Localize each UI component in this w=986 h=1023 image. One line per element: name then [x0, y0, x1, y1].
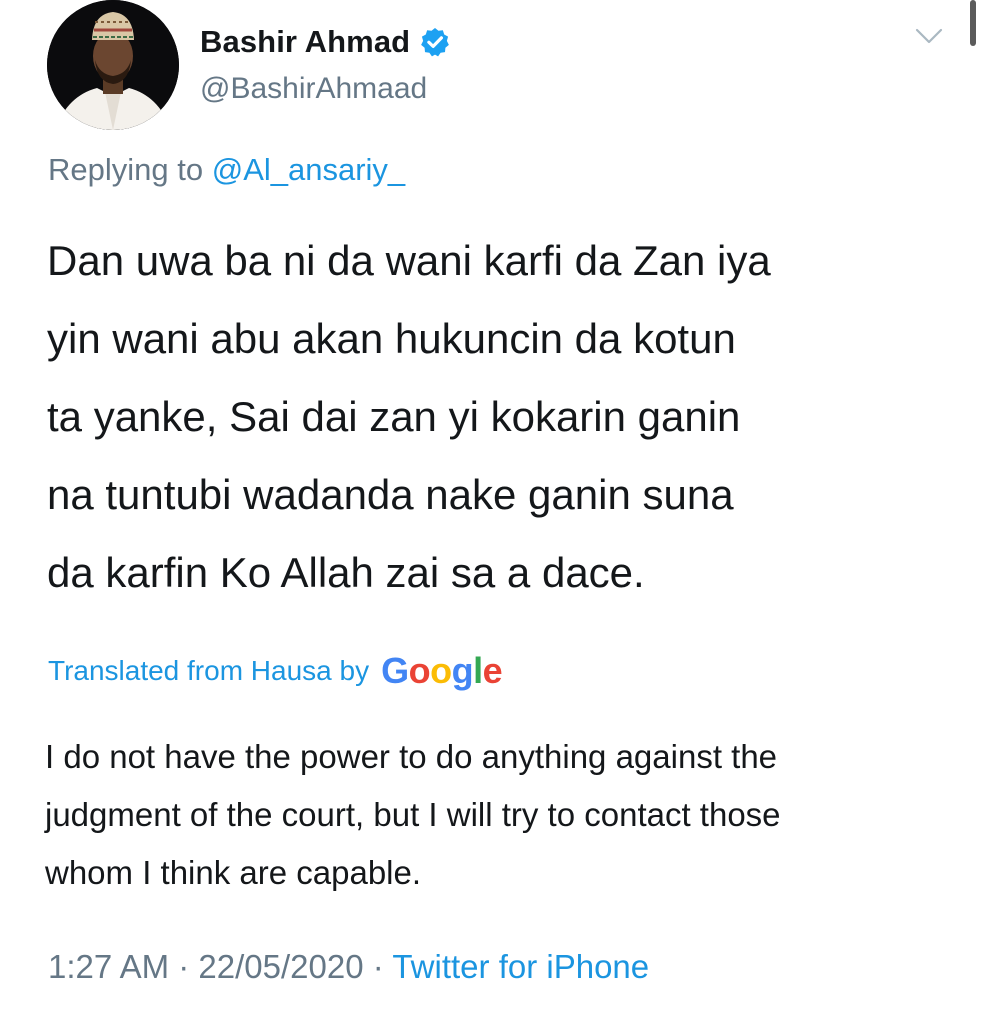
avatar-photo — [47, 0, 179, 130]
tweet-date[interactable]: 22/05/2020 — [198, 948, 363, 985]
tweet-card: Bashir Ahmad @BashirAhmaad Replying to @… — [0, 0, 986, 1023]
replying-to-label: Replying to — [48, 152, 204, 187]
author-display-name[interactable]: Bashir Ahmad — [200, 24, 410, 60]
translated-text-line: judgment of the court, but I will try to… — [45, 796, 781, 833]
tweet-source-link[interactable]: Twitter for iPhone — [392, 948, 649, 985]
tweet-time[interactable]: 1:27 AM — [48, 948, 169, 985]
translation-attribution[interactable]: Translated from Hausa by Google — [48, 648, 503, 694]
author-handle[interactable]: @BashirAhmaad — [200, 72, 427, 106]
translated-text: I do not have the power to do anything a… — [45, 728, 965, 902]
translation-label: Translated from Hausa by — [48, 655, 370, 686]
scrollbar[interactable] — [970, 0, 976, 46]
tweet-text-line: Dan uwa ba ni da wani karfi da Zan iya — [47, 237, 771, 284]
tweet-meta: 1:27 AM · 22/05/2020 · Twitter for iPhon… — [48, 948, 649, 986]
tweet-text-line: ta yanke, Sai dai zan yi kokarin ganin — [47, 393, 741, 440]
verified-badge-icon — [421, 28, 450, 57]
avatar[interactable] — [47, 0, 179, 130]
tweet-text-line: yin wani abu akan hukuncin da kotun — [47, 315, 736, 362]
replying-to-user-link[interactable]: @Al_ansariy_ — [212, 152, 405, 187]
author-name-row[interactable]: Bashir Ahmad — [200, 22, 451, 62]
meta-separator: · — [372, 948, 384, 985]
translated-text-line: whom I think are capable. — [45, 854, 422, 891]
google-logo: Google — [381, 650, 503, 691]
tweet-text-line: da karfin Ko Allah zai sa a dace. — [47, 549, 645, 596]
replying-to: Replying to @Al_ansariy_ — [48, 152, 405, 188]
meta-separator: · — [178, 948, 190, 985]
tweet-text: Dan uwa ba ni da wani karfi da Zan iya y… — [47, 222, 947, 612]
translated-text-line: I do not have the power to do anything a… — [45, 738, 778, 775]
tweet-text-line: na tuntubi wadanda nake ganin suna — [47, 471, 734, 518]
chevron-down-icon[interactable] — [914, 26, 944, 46]
